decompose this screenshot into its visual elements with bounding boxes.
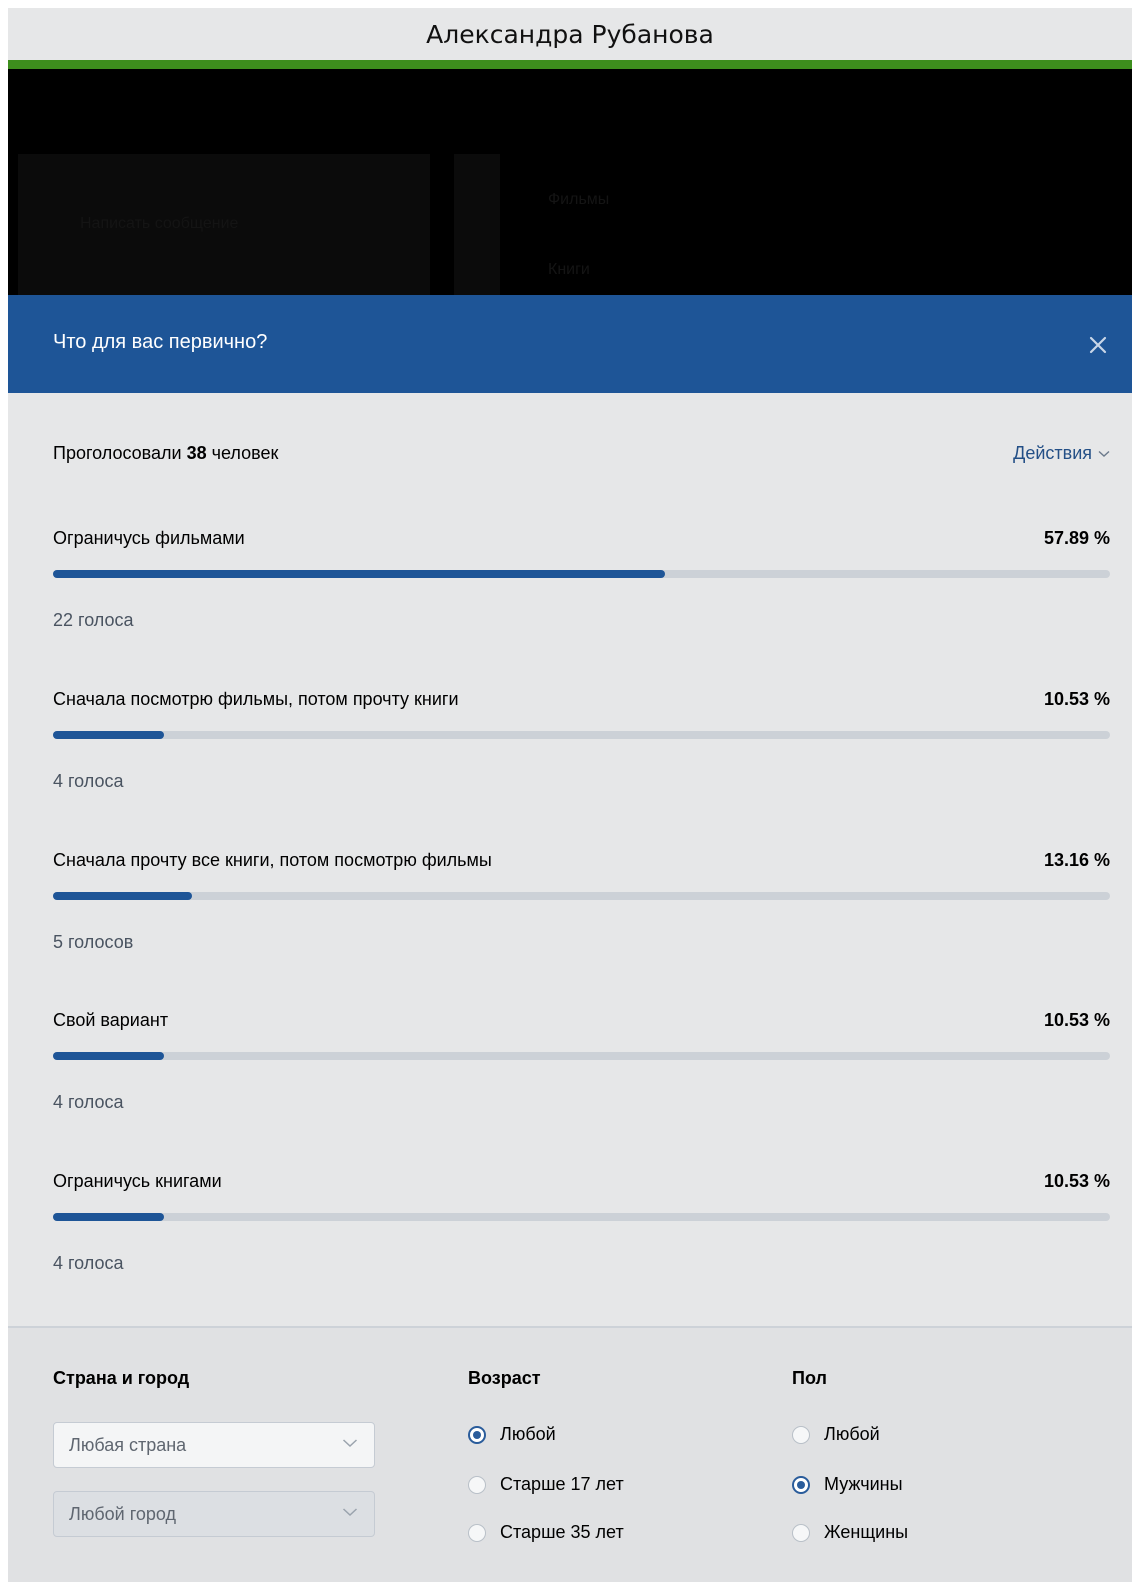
radio-circle	[468, 1475, 486, 1494]
radio-label: Любой	[500, 1424, 556, 1444]
age-radio-17[interactable]: Старше 17 лет	[468, 1474, 624, 1495]
chevron-down-icon	[342, 1508, 358, 1517]
progress-track	[53, 570, 1110, 578]
radio-label: Женщины	[824, 1522, 909, 1542]
radio-circle	[792, 1523, 810, 1542]
option-label: Сначала прочту все книги, потом посмотрю…	[53, 850, 492, 870]
votes-summary: Проголосовали 38 человек	[53, 443, 278, 464]
option-label: Ограничусь фильмами	[53, 528, 245, 548]
option-percent: 10.53 %	[1043, 1010, 1110, 1030]
city-select-value: Любой город	[69, 1504, 176, 1524]
close-icon	[1089, 336, 1107, 354]
background-panel-2	[454, 154, 500, 295]
country-select[interactable]: Любая страна	[53, 1422, 375, 1468]
option-label: Свой вариант	[53, 1010, 169, 1030]
close-button[interactable]	[1082, 329, 1114, 361]
gender-radio-female[interactable]: Женщины	[792, 1522, 908, 1543]
progress-fill	[53, 892, 193, 900]
option-percent: 10.53 %	[1043, 1171, 1110, 1191]
option-votes[interactable]: 4 голоса	[53, 1092, 124, 1113]
summary-prefix: Проголосовали	[53, 443, 187, 463]
actions-dropdown[interactable]: Действия	[1013, 443, 1110, 464]
gender-radio-any[interactable]: Любой	[792, 1424, 880, 1445]
option-label: Ограничусь книгами	[53, 1171, 222, 1191]
radio-label: Мужчины	[824, 1474, 903, 1494]
window-title: Александра Рубанова	[426, 19, 714, 49]
age-radio-any[interactable]: Любой	[468, 1424, 556, 1445]
country-select-value: Любая страна	[69, 1435, 187, 1455]
background-text: Фильмы	[548, 191, 610, 208]
progress-fill	[53, 731, 165, 739]
progress-fill	[53, 570, 665, 578]
summary-suffix: человек	[206, 443, 279, 463]
voters-count: 38	[186, 443, 207, 463]
modal-header: Что для вас первично?	[8, 295, 1132, 393]
age-radio-35[interactable]: Старше 35 лет	[468, 1522, 624, 1543]
background-text: Книги	[548, 261, 590, 278]
gender-heading: Пол	[792, 1368, 827, 1388]
age-heading: Возраст	[468, 1368, 541, 1388]
background-profile-overlay: Написать сообщение Фильмы Книги	[8, 69, 1132, 295]
progress-fill	[53, 1213, 165, 1221]
gender-radio-male[interactable]: Мужчины	[792, 1474, 903, 1495]
window-title-bar: Александра Рубанова	[8, 8, 1132, 60]
radio-label: Старше 17 лет	[500, 1474, 624, 1494]
filters-panel: Страна и город Возраст Пол Любая страна …	[8, 1328, 1132, 1582]
option-percent: 10.53 %	[1043, 689, 1110, 709]
radio-circle	[792, 1475, 810, 1494]
option-votes[interactable]: 4 голоса	[53, 1253, 124, 1274]
radio-label: Старше 35 лет	[500, 1522, 624, 1542]
radio-circle	[792, 1425, 810, 1444]
option-percent: 13.16 %	[1043, 850, 1110, 870]
progress-track	[53, 1052, 1110, 1060]
actions-label: Действия	[1013, 443, 1092, 463]
location-heading: Страна и город	[53, 1368, 190, 1388]
modal-title: Что для вас первично?	[53, 331, 268, 353]
chevron-down-icon	[342, 1439, 358, 1448]
option-votes[interactable]: 4 голоса	[53, 771, 124, 792]
progress-fill	[53, 1052, 165, 1060]
option-votes[interactable]: 5 голосов	[53, 932, 133, 953]
progress-track	[53, 1213, 1110, 1221]
page: Александра Рубанова Написать сообщение Ф…	[8, 8, 1132, 1582]
progress-track	[53, 892, 1110, 900]
option-votes[interactable]: 22 голоса	[53, 610, 134, 631]
background-text: Написать сообщение	[80, 215, 239, 232]
option-label: Сначала посмотрю фильмы, потом прочту кн…	[53, 689, 459, 709]
radio-circle	[468, 1523, 486, 1542]
radio-circle	[468, 1425, 486, 1444]
progress-track	[53, 731, 1110, 739]
city-select[interactable]: Любой город	[53, 1491, 375, 1537]
option-percent: 57.89 %	[1043, 528, 1110, 548]
accent-line	[8, 60, 1132, 69]
chevron-down-icon	[1098, 450, 1110, 457]
radio-label: Любой	[824, 1424, 880, 1444]
